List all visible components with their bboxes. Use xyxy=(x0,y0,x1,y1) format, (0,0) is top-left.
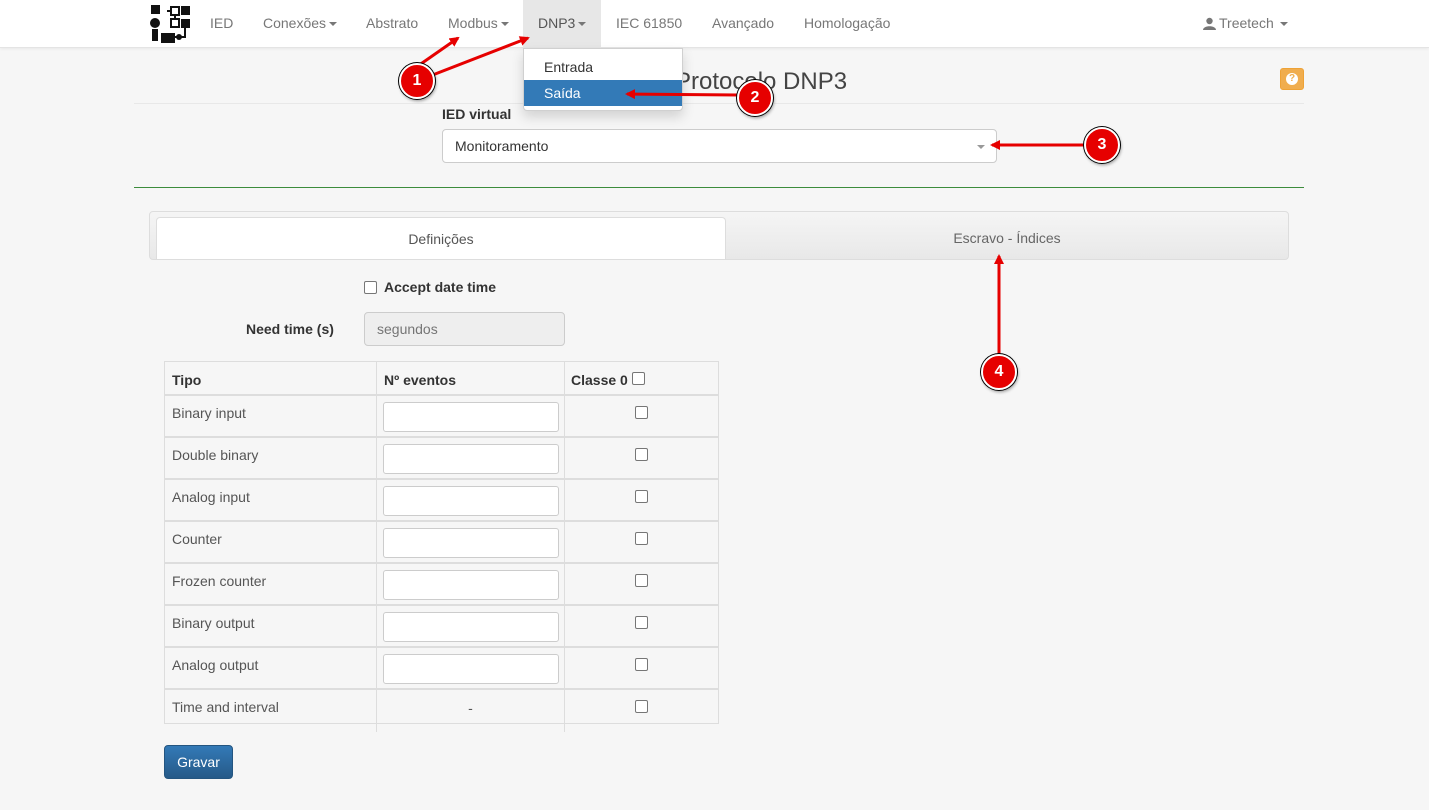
nav-ied[interactable]: IED xyxy=(210,0,233,47)
nav-iec61850-label: IEC 61850 xyxy=(616,15,683,31)
row-tipo-label: Double binary xyxy=(172,447,259,463)
save-button[interactable]: Gravar xyxy=(164,745,233,779)
classe0-checkbox[interactable] xyxy=(635,574,648,587)
nav-conexoes[interactable]: Conexões xyxy=(263,0,338,47)
row-tipo-label: Binary input xyxy=(172,405,246,421)
caret-down-icon xyxy=(329,22,338,27)
accept-date-time-checkbox[interactable] xyxy=(364,281,377,294)
classe0-all-checkbox[interactable] xyxy=(632,372,645,385)
table-header-row: Tipo Nº eventos Classe 0 xyxy=(165,362,718,396)
help-button[interactable]: ? xyxy=(1280,68,1304,90)
nav-homologacao-label: Homologação xyxy=(804,15,891,31)
nav-iec61850[interactable]: IEC 61850 xyxy=(616,0,682,47)
dnp3-dropdown-menu: Entrada Saída xyxy=(523,48,683,111)
table-row: Analog output xyxy=(165,648,718,690)
nav-abstrato[interactable]: Abstrato xyxy=(366,0,418,47)
ied-virtual-select[interactable]: Monitoramento xyxy=(442,129,997,163)
events-count-input[interactable] xyxy=(383,402,559,432)
nav-dnp3-label: DNP3 xyxy=(538,15,576,31)
need-time-label: Need time (s) xyxy=(246,321,334,337)
events-count-input[interactable] xyxy=(383,486,559,516)
tab-bar: Definições Escravo - Índices xyxy=(149,211,1289,260)
events-count-input[interactable] xyxy=(383,570,559,600)
events-count-input[interactable] xyxy=(383,654,559,684)
nav-ied-label: IED xyxy=(210,15,234,31)
user-icon xyxy=(1203,17,1216,30)
nav-dnp3[interactable]: DNP3 xyxy=(523,0,601,47)
nav-avancado[interactable]: Avançado xyxy=(712,0,774,47)
tab-escravo-indices[interactable]: Escravo - Índices xyxy=(727,217,1287,259)
user-name: Treetech xyxy=(1219,15,1274,31)
classe0-checkbox[interactable] xyxy=(635,616,648,629)
table-row: Binary output xyxy=(165,606,718,648)
table-row: Frozen counter xyxy=(165,564,718,606)
annotation-badge-3: 3 xyxy=(1084,127,1120,163)
nav-modbus-label: Modbus xyxy=(448,15,498,31)
section-divider xyxy=(134,187,1304,188)
ied-virtual-label: IED virtual xyxy=(442,106,512,122)
ied-virtual-value: Monitoramento xyxy=(455,138,549,154)
dropdown-item-entrada[interactable]: Entrada xyxy=(524,54,682,80)
nav-homologacao[interactable]: Homologação xyxy=(804,0,890,47)
need-time-input[interactable] xyxy=(364,312,565,346)
classe0-checkbox[interactable] xyxy=(635,448,648,461)
header-divider xyxy=(134,103,1304,104)
nav-conexoes-label: Conexões xyxy=(263,15,327,31)
annotation-badge-4: 4 xyxy=(981,354,1017,390)
table-row: Double binary xyxy=(165,438,718,480)
row-tipo-label: Analog output xyxy=(172,657,259,673)
caret-down-icon xyxy=(578,22,587,27)
table-row: Time and interval - xyxy=(165,690,718,732)
events-count-input[interactable] xyxy=(383,612,559,642)
accept-date-time-label: Accept date time xyxy=(384,279,497,295)
table-row: Counter xyxy=(165,522,718,564)
dropdown-item-saida[interactable]: Saída xyxy=(524,80,682,106)
nav-avancado-label: Avançado xyxy=(712,15,775,31)
classe0-checkbox[interactable] xyxy=(635,532,648,545)
classe0-checkbox[interactable] xyxy=(635,658,648,671)
nav-abstrato-label: Abstrato xyxy=(366,15,419,31)
header-tipo: Tipo xyxy=(172,372,202,388)
caret-down-icon xyxy=(500,22,509,27)
tab-definicoes[interactable]: Definições xyxy=(156,217,726,259)
caret-down-icon xyxy=(1279,22,1288,27)
row-tipo-label: Time and interval xyxy=(172,699,279,715)
classe0-checkbox[interactable] xyxy=(635,490,648,503)
row-tipo-label: Binary output xyxy=(172,615,255,631)
header-classe0: Classe 0 xyxy=(571,372,628,388)
events-count-input[interactable] xyxy=(383,444,559,474)
treetech-logo-icon[interactable] xyxy=(149,3,193,45)
events-table: Tipo Nº eventos Classe 0 Binary input Dou… xyxy=(164,361,719,732)
classe0-checkbox[interactable] xyxy=(635,406,648,419)
annotation-badge-2: 2 xyxy=(737,80,773,116)
top-navbar: IED Conexões Abstrato Modbus DNP3 IEC 61… xyxy=(0,0,1429,48)
header-eventos: Nº eventos xyxy=(384,372,457,388)
row-tipo-label: Analog input xyxy=(172,489,250,505)
events-count-na: - xyxy=(468,700,473,716)
user-menu[interactable]: Treetech xyxy=(1203,0,1288,47)
table-row: Analog input xyxy=(165,480,718,522)
question-icon: ? xyxy=(1286,73,1298,85)
select-arrow-icon xyxy=(977,145,985,149)
table-row: Binary input xyxy=(165,396,718,438)
row-tipo-label: Frozen counter xyxy=(172,573,267,589)
classe0-checkbox[interactable] xyxy=(635,700,648,713)
annotation-badge-1: 1 xyxy=(399,63,435,99)
row-tipo-label: Counter xyxy=(172,531,222,547)
nav-modbus[interactable]: Modbus xyxy=(448,0,509,47)
events-count-input[interactable] xyxy=(383,528,559,558)
